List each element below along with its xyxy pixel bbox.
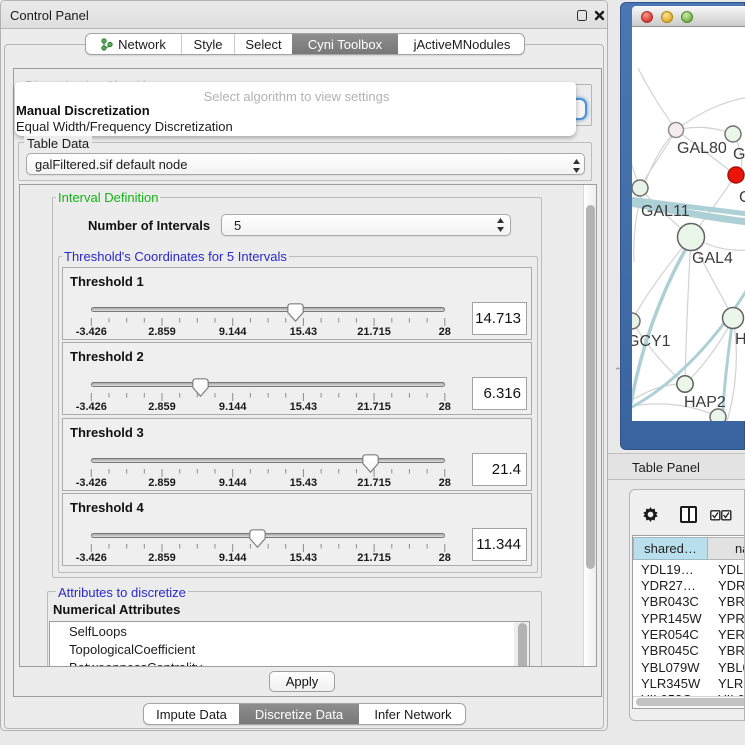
svg-text:GA: GA: [733, 146, 745, 163]
svg-text:GAL80: GAL80: [677, 140, 727, 157]
svg-text:GAL4: GAL4: [692, 250, 733, 267]
svg-text:GCY1: GCY1: [632, 333, 671, 350]
svg-text:GAL11: GAL11: [641, 203, 690, 220]
svg-text:H: H: [735, 331, 745, 348]
svg-text:C: C: [739, 189, 745, 206]
svg-text:HAP2: HAP2: [684, 394, 726, 411]
